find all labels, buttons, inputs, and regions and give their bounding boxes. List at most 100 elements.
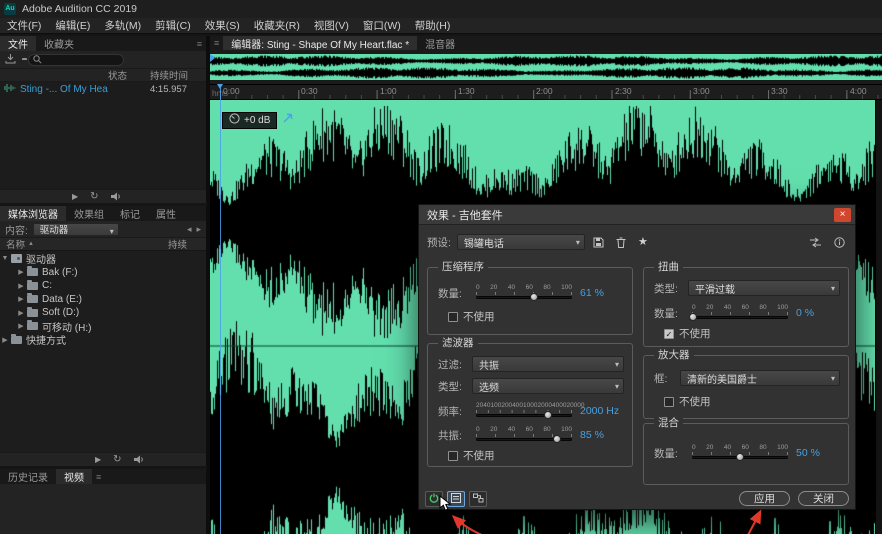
slider-track[interactable] [692, 456, 788, 459]
tab-video[interactable]: 视频 [56, 469, 92, 484]
play-icon[interactable]: ▶ [72, 192, 78, 201]
menu-item-effects[interactable]: 效果(S) [198, 18, 247, 33]
loop-icon[interactable]: ↻ [90, 192, 98, 202]
slider-knob[interactable] [736, 453, 744, 461]
favorite-star-icon[interactable]: ★ [635, 234, 651, 250]
distortion-bypass-checkbox[interactable]: ✓ 不使用 [664, 326, 848, 341]
output-monitor-button[interactable] [469, 491, 487, 507]
apply-button[interactable]: 应用 [739, 491, 790, 506]
tree-item-drives[interactable]: ▼驱动器 [0, 252, 206, 266]
menu-item-clip[interactable]: 剪辑(C) [148, 18, 198, 33]
distortion-amount-value[interactable]: 0 % [792, 307, 840, 319]
disclosure-collapsed-icon[interactable]: ▶ [16, 295, 26, 303]
tab-files[interactable]: 文件 [0, 36, 36, 51]
slider-track[interactable] [476, 296, 572, 299]
tree-item-c[interactable]: ▶C: [0, 279, 206, 293]
tree-item-removable[interactable]: ▶可移动 (H:) [0, 320, 206, 334]
mix-amount-value[interactable]: 50 % [792, 447, 840, 459]
filter-res-slider[interactable]: 020406080100 [476, 426, 572, 444]
play-icon[interactable]: ▶ [95, 455, 101, 464]
tab-properties[interactable]: 属性 [148, 206, 184, 221]
amplifier-bypass-checkbox[interactable]: 不使用 [664, 394, 848, 409]
compressor-amount-slider[interactable]: 020406080100 [476, 284, 572, 302]
dialog-close-icon[interactable]: × [834, 208, 851, 222]
tree-item-shortcuts[interactable]: ▶快捷方式 [0, 333, 206, 347]
menu-item-window[interactable]: 窗口(W) [356, 18, 408, 33]
disclosure-collapsed-icon[interactable]: ▶ [16, 322, 26, 330]
filter-type-select[interactable]: 选频 [472, 378, 624, 394]
overview-waveform-canvas[interactable] [210, 54, 882, 80]
tree-item-soft[interactable]: ▶Soft (D:) [0, 306, 206, 320]
menu-item-favorites[interactable]: 收藏夹(R) [247, 18, 307, 33]
info-icon[interactable] [831, 234, 847, 250]
slider-knob[interactable] [544, 411, 552, 419]
checkbox-box[interactable] [664, 397, 674, 407]
preview-toggle-button[interactable] [447, 491, 465, 507]
tree-item-bak[interactable]: ▶Bak (F:) [0, 266, 206, 280]
disclosure-expanded-icon[interactable]: ▼ [0, 255, 10, 262]
save-preset-icon[interactable] [591, 234, 607, 250]
speaker-icon[interactable] [134, 451, 145, 469]
tree-item-data[interactable]: ▶Data (E:) [0, 293, 206, 307]
panel-grip-icon[interactable]: ≡ [210, 38, 223, 48]
filter-res-value[interactable]: 85 % [576, 429, 624, 441]
checkbox-box[interactable]: ✓ [664, 329, 674, 339]
column-status[interactable]: 状态 [108, 68, 150, 82]
hud-pin-icon[interactable] [282, 111, 294, 129]
tab-editor[interactable]: 编辑器: Sting - Shape Of My Heart.flac * [223, 36, 417, 50]
disclosure-collapsed-icon[interactable]: ▶ [16, 309, 26, 317]
filter-bypass-checkbox[interactable]: 不使用 [448, 448, 632, 463]
tab-markers[interactable]: 标记 [112, 206, 148, 221]
speaker-icon[interactable] [111, 188, 122, 206]
distortion-amount-slider[interactable]: 020406080100 [692, 304, 788, 322]
tab-media-browser[interactable]: 媒体浏览器 [0, 206, 66, 221]
preset-select[interactable]: 锡罐电话 [457, 234, 585, 250]
compressor-amount-value[interactable]: 61 % [576, 287, 624, 299]
content-select[interactable]: 驱动器 [33, 223, 119, 236]
routing-icon[interactable] [807, 234, 823, 250]
tab-favorites[interactable]: 收藏夹 [36, 36, 82, 51]
loop-icon[interactable]: ↻ [113, 455, 121, 465]
menu-item-file[interactable]: 文件(F) [0, 18, 48, 33]
filter-filter-select[interactable]: 共振 [472, 356, 624, 372]
disclosure-collapsed-icon[interactable]: ▶ [16, 282, 26, 290]
power-toggle-button[interactable] [425, 491, 443, 507]
vertical-scrollbar[interactable] [875, 100, 882, 534]
menu-item-view[interactable]: 视图(V) [307, 18, 356, 33]
checkbox-box[interactable] [448, 312, 458, 322]
timeline-ruler[interactable]: hms 0:00 0:30 1:00 1:30 2:00 2:30 3:00 3… [210, 84, 882, 100]
hud-db-value[interactable]: +0 dB [244, 115, 270, 126]
playhead[interactable] [220, 84, 221, 534]
column-duration[interactable]: 持续时间 [150, 68, 206, 82]
import-file-icon[interactable] [5, 51, 16, 69]
search-input[interactable] [45, 55, 119, 65]
slider-knob[interactable] [530, 293, 538, 301]
disclosure-collapsed-icon[interactable]: ▶ [16, 268, 26, 276]
distortion-type-select[interactable]: 平滑过载 [688, 280, 840, 296]
mix-amount-slider[interactable]: 020406080100 [692, 444, 788, 462]
slider-track[interactable] [692, 316, 788, 319]
volume-knob-icon[interactable] [229, 113, 240, 127]
nav-forward-icon[interactable]: ▸ [196, 224, 201, 235]
volume-hud[interactable]: +0 dB [222, 112, 277, 129]
dialog-titlebar[interactable]: 效果 - 吉他套件 [419, 205, 855, 225]
file-row[interactable]: Sting -... Of My Heart.flac * 4:15.957 [0, 82, 206, 96]
checkbox-box[interactable] [448, 451, 458, 461]
tab-mixer[interactable]: 混音器 [417, 36, 463, 50]
delete-preset-icon[interactable] [613, 234, 629, 250]
disclosure-collapsed-icon[interactable]: ▶ [0, 336, 10, 344]
column-name[interactable]: 名称 [0, 237, 25, 251]
slider-knob[interactable] [553, 435, 561, 443]
menu-item-multitrack[interactable]: 多轨(M) [97, 18, 148, 33]
compressor-bypass-checkbox[interactable]: 不使用 [448, 309, 632, 324]
panel-menu-icon[interactable]: ≡ [92, 472, 105, 482]
overview-strip[interactable] [210, 54, 882, 80]
search-box[interactable] [28, 54, 124, 66]
slider-knob[interactable] [689, 313, 697, 321]
panel-menu-icon[interactable]: ≡ [193, 39, 206, 49]
menu-item-edit[interactable]: 编辑(E) [48, 18, 97, 33]
amplifier-box-select[interactable]: 清新的美国爵士 [680, 370, 840, 386]
slider-track[interactable] [476, 438, 572, 441]
close-button[interactable]: 关闭 [798, 491, 849, 506]
tab-history[interactable]: 历史记录 [0, 469, 56, 484]
